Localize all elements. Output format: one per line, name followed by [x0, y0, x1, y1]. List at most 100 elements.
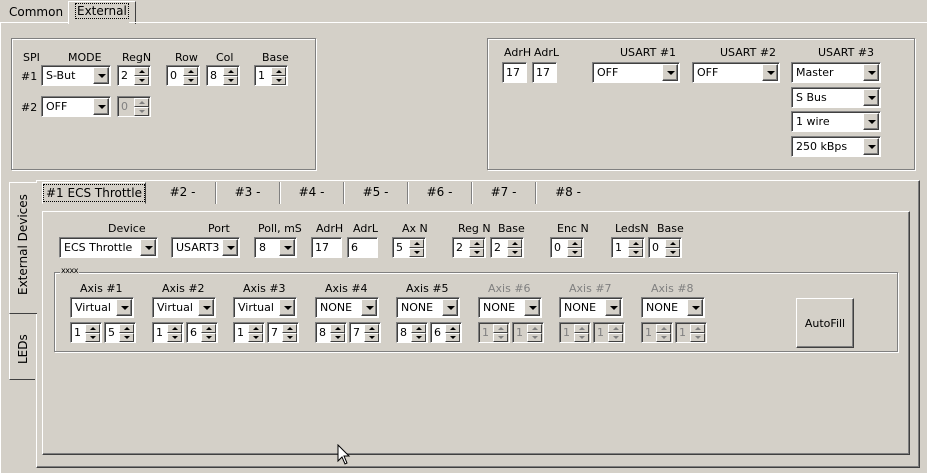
dev-adrh-field[interactable]: 17: [311, 237, 342, 258]
chevron-down-icon[interactable]: [863, 89, 879, 106]
dev-tab-8[interactable]: #8 -: [536, 182, 600, 204]
chevron-down-icon[interactable]: [863, 64, 879, 81]
spin-down-icon[interactable]: [282, 333, 297, 342]
spin-up-icon[interactable]: [628, 239, 643, 248]
spin-down-icon[interactable]: [223, 76, 238, 85]
axis-1-b-spin[interactable]: 5: [104, 322, 136, 343]
spin-up-icon[interactable]: [567, 239, 582, 248]
chevron-down-icon[interactable]: [222, 239, 238, 256]
spin-down-icon[interactable]: [507, 248, 522, 257]
axis-5-a-spin[interactable]: 8: [396, 322, 428, 343]
spin-down-icon[interactable]: [364, 333, 379, 342]
device-select[interactable]: ECS Throttle: [59, 237, 158, 258]
spin-up-icon[interactable]: [85, 324, 100, 333]
spin-up-icon[interactable]: [271, 67, 286, 76]
dev-tab-3[interactable]: #3 -: [216, 182, 280, 204]
dev-tab-2[interactable]: #2 -: [150, 182, 216, 204]
dev-adrl-field[interactable]: 6: [347, 237, 378, 258]
spi1-mode-select[interactable]: S-But: [41, 65, 111, 86]
chevron-down-icon[interactable]: [116, 299, 132, 316]
usart2-select[interactable]: OFF: [692, 62, 780, 83]
chevron-down-icon[interactable]: [524, 299, 540, 316]
autofill-button[interactable]: AutoFill: [796, 298, 854, 348]
dev-tab-5[interactable]: #5 -: [344, 182, 408, 204]
dev-tab-6[interactable]: #6 -: [408, 182, 472, 204]
chevron-down-icon[interactable]: [662, 64, 678, 81]
spin-down-icon[interactable]: [330, 333, 345, 342]
spin-up-icon[interactable]: [119, 324, 134, 333]
spin-up-icon[interactable]: [223, 67, 238, 76]
spin-down-icon[interactable]: [183, 76, 198, 85]
spin-down-icon[interactable]: [271, 76, 286, 85]
axis-8-type-select[interactable]: NONE: [641, 297, 705, 318]
chevron-down-icon[interactable]: [762, 64, 778, 81]
usart-adrh-field[interactable]: 17: [502, 62, 527, 83]
usart-adrl-field[interactable]: 17: [532, 62, 557, 83]
chevron-down-icon[interactable]: [279, 239, 295, 256]
side-tab-leds[interactable]: LEDs: [9, 314, 35, 380]
chevron-down-icon[interactable]: [863, 138, 879, 155]
encn-spin[interactable]: 0: [550, 237, 584, 258]
usart3-speed-select[interactable]: 250 kBps: [791, 136, 881, 157]
tab-external[interactable]: External: [68, 1, 136, 24]
spin-up-icon[interactable]: [469, 239, 484, 248]
chevron-down-icon[interactable]: [93, 67, 109, 84]
chevron-down-icon[interactable]: [361, 299, 377, 316]
dev-tab-4[interactable]: #4 -: [280, 182, 344, 204]
spin-up-icon[interactable]: [507, 239, 522, 248]
chevron-down-icon[interactable]: [442, 299, 458, 316]
spin-up-icon[interactable]: [282, 324, 297, 333]
spi1-col-spin[interactable]: 8: [206, 65, 240, 86]
spin-down-icon[interactable]: [167, 333, 182, 342]
axis-3-b-spin[interactable]: 7: [267, 322, 299, 343]
chevron-down-icon[interactable]: [863, 113, 879, 130]
spin-down-icon[interactable]: [85, 333, 100, 342]
spin-up-icon[interactable]: [445, 324, 460, 333]
dev-tab-1[interactable]: #1 ECS Throttle: [42, 182, 146, 204]
spin-down-icon[interactable]: [665, 248, 680, 257]
usart3-bus-select[interactable]: S Bus: [791, 87, 881, 108]
chevron-down-icon[interactable]: [140, 239, 156, 256]
axis-6-type-select[interactable]: NONE: [478, 297, 542, 318]
usart3-mode-select[interactable]: Master: [791, 62, 881, 83]
dev-tab-7[interactable]: #7 -: [472, 182, 536, 204]
spin-down-icon[interactable]: [119, 333, 134, 342]
spin-down-icon[interactable]: [411, 333, 426, 342]
spin-up-icon[interactable]: [183, 67, 198, 76]
axis-5-type-select[interactable]: NONE: [396, 297, 460, 318]
spin-down-icon[interactable]: [567, 248, 582, 257]
axis-1-a-spin[interactable]: 1: [70, 322, 102, 343]
axis-4-a-spin[interactable]: 8: [315, 322, 347, 343]
spi2-mode-select[interactable]: OFF: [41, 96, 111, 117]
axis-2-type-select[interactable]: Virtual: [152, 297, 216, 318]
spin-up-icon[interactable]: [665, 239, 680, 248]
spin-up-icon[interactable]: [167, 324, 182, 333]
spin-down-icon[interactable]: [445, 333, 460, 342]
spin-up-icon[interactable]: [364, 324, 379, 333]
axis-3-a-spin[interactable]: 1: [233, 322, 265, 343]
chevron-down-icon[interactable]: [93, 98, 109, 115]
chevron-down-icon[interactable]: [279, 299, 295, 316]
port-select[interactable]: USART3: [171, 237, 240, 258]
spin-down-icon[interactable]: [248, 333, 263, 342]
axis-5-b-spin[interactable]: 6: [430, 322, 462, 343]
side-tab-external[interactable]: External Devices: [9, 182, 37, 314]
usart1-select[interactable]: OFF: [592, 62, 680, 83]
axis-7-type-select[interactable]: NONE: [559, 297, 623, 318]
spin-up-icon[interactable]: [201, 324, 216, 333]
chevron-down-icon[interactable]: [605, 299, 621, 316]
regn-spin[interactable]: 2: [452, 237, 486, 258]
poll-select[interactable]: 8: [254, 237, 297, 258]
base-spin[interactable]: 2: [490, 237, 524, 258]
axis-2-a-spin[interactable]: 1: [152, 322, 184, 343]
axis-4-b-spin[interactable]: 7: [349, 322, 381, 343]
base2-spin[interactable]: 0: [648, 237, 682, 258]
spin-up-icon[interactable]: [330, 324, 345, 333]
usart3-wire-select[interactable]: 1 wire: [791, 111, 881, 132]
spin-up-icon[interactable]: [411, 324, 426, 333]
tab-common[interactable]: Common: [3, 3, 69, 23]
spin-down-icon[interactable]: [409, 248, 424, 257]
spi1-base-spin[interactable]: 1: [254, 65, 288, 86]
ledsn-spin[interactable]: 1: [611, 237, 645, 258]
axn-spin[interactable]: 5: [392, 237, 426, 258]
